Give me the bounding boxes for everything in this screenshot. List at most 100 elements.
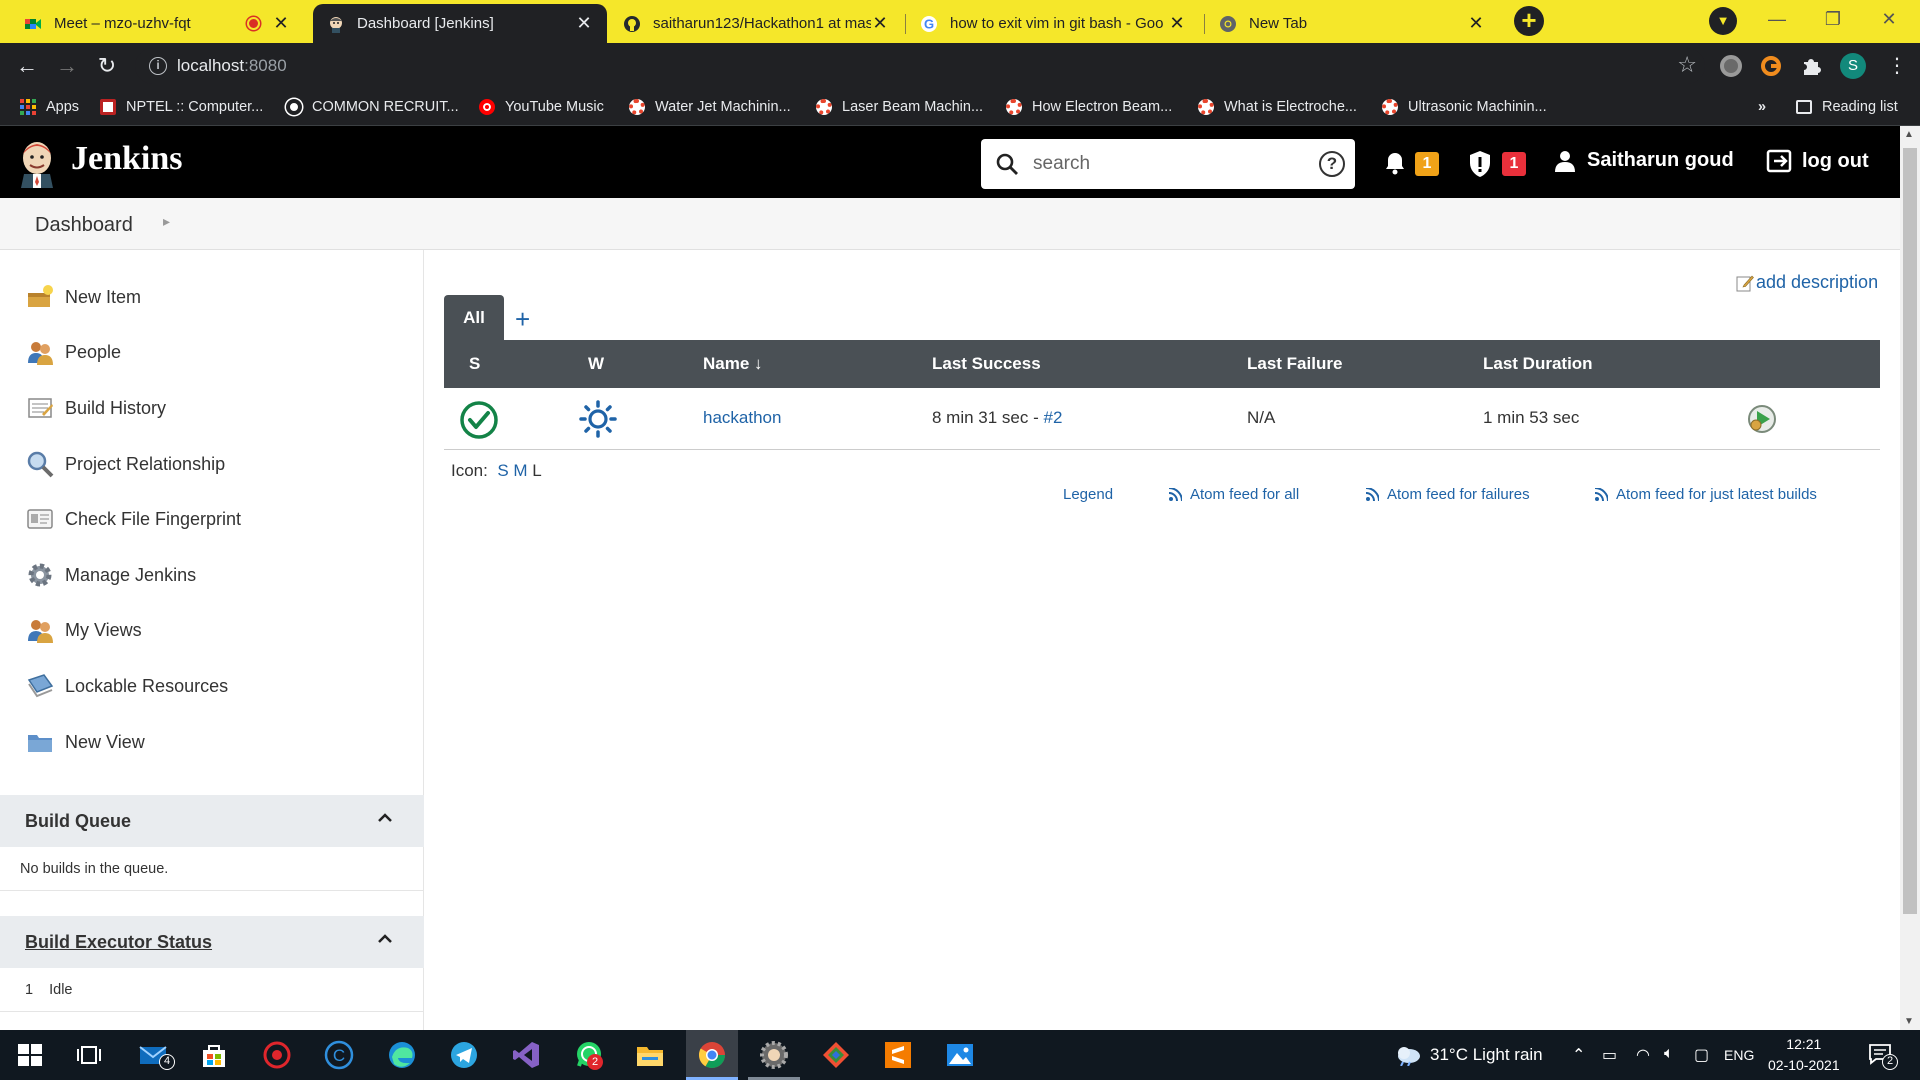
telegram-icon[interactable] [448, 1039, 480, 1071]
column-weather[interactable]: W [588, 354, 604, 374]
build-executor-status-header[interactable]: Build Executor Status [0, 916, 424, 968]
add-description-link[interactable]: add description [1736, 272, 1878, 293]
breadcrumb-chevron-icon[interactable]: ▸ [163, 213, 170, 230]
bookmark-nptel[interactable]: NPTEL :: Computer... [100, 99, 263, 115]
profile-avatar[interactable]: S [1840, 53, 1866, 79]
bookmark-water-jet[interactable]: Water Jet Machinin... [629, 99, 791, 115]
icon-size-small[interactable]: S [497, 461, 508, 480]
task-my-views[interactable]: My Views [26, 614, 142, 646]
task-new-view[interactable]: New View [26, 726, 145, 758]
antivirus-icon[interactable] [261, 1039, 293, 1071]
bookmark-common-recruit[interactable]: COMMON RECRUIT... [286, 99, 459, 115]
task-check-file-fingerprint[interactable]: Check File Fingerprint [26, 503, 241, 535]
notifications-badge[interactable]: 1 [1415, 152, 1439, 176]
tab-search-icon[interactable]: ▼ [1709, 7, 1737, 35]
schedule-build-icon[interactable] [1747, 404, 1777, 434]
ccleaner-icon[interactable]: C [323, 1039, 355, 1071]
task-view-icon[interactable] [73, 1039, 105, 1071]
browser-tab-meet[interactable]: Meet – mzo-uzhv-fqt ✕ [10, 4, 304, 43]
file-explorer-icon[interactable] [634, 1039, 666, 1071]
browser-tab-google[interactable]: G how to exit vim in git bash - Goo ✕ [906, 4, 1200, 43]
shield-icon[interactable] [1468, 150, 1492, 178]
jenkins-taskbar-icon[interactable] [758, 1039, 790, 1071]
jenkins-brand[interactable]: Jenkins [71, 140, 183, 178]
close-tab-icon[interactable]: ✕ [1168, 13, 1186, 34]
store-icon[interactable] [198, 1039, 230, 1071]
bookmark-laser-beam[interactable]: Laser Beam Machin... [816, 99, 983, 115]
git-gui-icon[interactable] [820, 1039, 852, 1071]
visual-studio-icon[interactable] [510, 1039, 542, 1071]
close-tab-icon[interactable]: ✕ [871, 13, 889, 34]
atom-feed-failures-link[interactable]: Atom feed for failures [1366, 486, 1530, 503]
column-last-failure[interactable]: Last Failure [1247, 354, 1342, 374]
back-icon[interactable]: ← [12, 51, 42, 81]
task-project-relationship[interactable]: Project Relationship [26, 448, 225, 480]
edge-icon[interactable] [386, 1039, 418, 1071]
browser-tab-newtab[interactable]: New Tab ✕ [1205, 4, 1499, 43]
security-badge[interactable]: 1 [1502, 152, 1526, 176]
volume-icon[interactable]: 🔈︎ [1664, 1045, 1674, 1063]
minimize-window-icon[interactable]: — [1754, 0, 1800, 40]
bookmark-star-icon[interactable]: ☆ [1677, 52, 1697, 78]
atom-feed-latest-link[interactable]: Atom feed for just latest builds [1595, 486, 1817, 503]
browser-tab-github[interactable]: saitharun123/Hackathon1 at mas ✕ [609, 4, 903, 43]
bookmark-ultrasonic[interactable]: Ultrasonic Machinin... [1382, 99, 1547, 115]
task-lockable-resources[interactable]: Lockable Resources [26, 670, 228, 702]
tray-overflow-icon[interactable]: ⌃ [1572, 1045, 1585, 1065]
new-tab-button[interactable]: + [1514, 6, 1544, 36]
user-menu[interactable]: Saitharun goud [1555, 149, 1734, 172]
bookmark-electron-beam[interactable]: How Electron Beam... [1006, 99, 1172, 115]
job-link[interactable]: hackathon [703, 408, 781, 427]
search-input[interactable] [1033, 151, 1293, 177]
icon-size-medium[interactable]: M [513, 461, 527, 480]
column-last-success[interactable]: Last Success [932, 354, 1041, 374]
browser-tab-jenkins[interactable]: Dashboard [Jenkins] ✕ [313, 4, 607, 43]
close-tab-icon[interactable]: ✕ [1467, 13, 1485, 34]
restore-window-icon[interactable]: ❐ [1810, 0, 1856, 40]
help-icon[interactable]: ? [1319, 151, 1345, 177]
reading-list-button[interactable]: Reading list [1796, 99, 1898, 115]
scrollbar-thumb[interactable] [1903, 148, 1917, 914]
chevron-up-icon[interactable] [376, 930, 394, 948]
reload-icon[interactable]: ↻ [92, 51, 122, 81]
column-status[interactable]: S [469, 354, 480, 374]
scroll-up-icon[interactable]: ▲ [1904, 129, 1914, 140]
meet-now-icon[interactable]: ▢ [1694, 1045, 1709, 1065]
system-clock[interactable]: 12:21 02-10-2021 [1768, 1034, 1840, 1076]
logout-button[interactable]: log out [1766, 149, 1869, 173]
browser-menu-icon[interactable]: ⋮ [1882, 51, 1912, 81]
grammarly-icon[interactable] [1760, 55, 1782, 77]
extension-icon[interactable] [1720, 55, 1742, 77]
task-new-item[interactable]: New Item [26, 281, 141, 313]
language-indicator[interactable]: ENG [1724, 1047, 1754, 1063]
vertical-scrollbar[interactable]: ▲ ▼ [1900, 126, 1920, 1030]
close-tab-icon[interactable]: ✕ [272, 13, 290, 34]
chrome-icon[interactable] [696, 1039, 728, 1071]
task-people[interactable]: People [26, 336, 121, 368]
photos-icon[interactable] [944, 1039, 976, 1071]
close-tab-icon[interactable]: ✕ [575, 13, 593, 34]
column-name[interactable]: Name ↓ [703, 354, 763, 374]
weather-text[interactable]: 31°C Light rain [1430, 1045, 1543, 1065]
bookmark-youtube-music[interactable]: YouTube Music [479, 99, 604, 115]
breadcrumb-dashboard[interactable]: Dashboard [35, 214, 133, 237]
bell-icon[interactable] [1384, 151, 1406, 175]
windows-start-icon[interactable] [14, 1039, 46, 1071]
bookmark-electrochemical[interactable]: What is Electroche... [1198, 99, 1357, 115]
address-bar[interactable]: i localhost:8080 ☆ [135, 48, 1705, 84]
chevron-up-icon[interactable] [376, 809, 394, 827]
scroll-down-icon[interactable]: ▼ [1904, 1016, 1914, 1027]
atom-feed-all-link[interactable]: Atom feed for all [1169, 486, 1299, 503]
sublime-icon[interactable] [882, 1039, 914, 1071]
site-info-icon[interactable]: i [149, 57, 167, 75]
view-tab-all[interactable]: All [444, 295, 504, 340]
battery-icon[interactable]: ▭ [1602, 1045, 1617, 1065]
close-window-icon[interactable]: ✕ [1866, 0, 1912, 40]
forward-icon[interactable]: → [52, 51, 82, 81]
task-build-history[interactable]: Build History [26, 392, 166, 424]
jenkins-logo-icon[interactable] [18, 138, 56, 188]
wifi-icon[interactable]: ◠ [1636, 1045, 1650, 1065]
weather-cloud-icon[interactable] [1393, 1044, 1423, 1066]
task-manage-jenkins[interactable]: Manage Jenkins [26, 559, 196, 591]
build-queue-header[interactable]: Build Queue [0, 795, 424, 847]
